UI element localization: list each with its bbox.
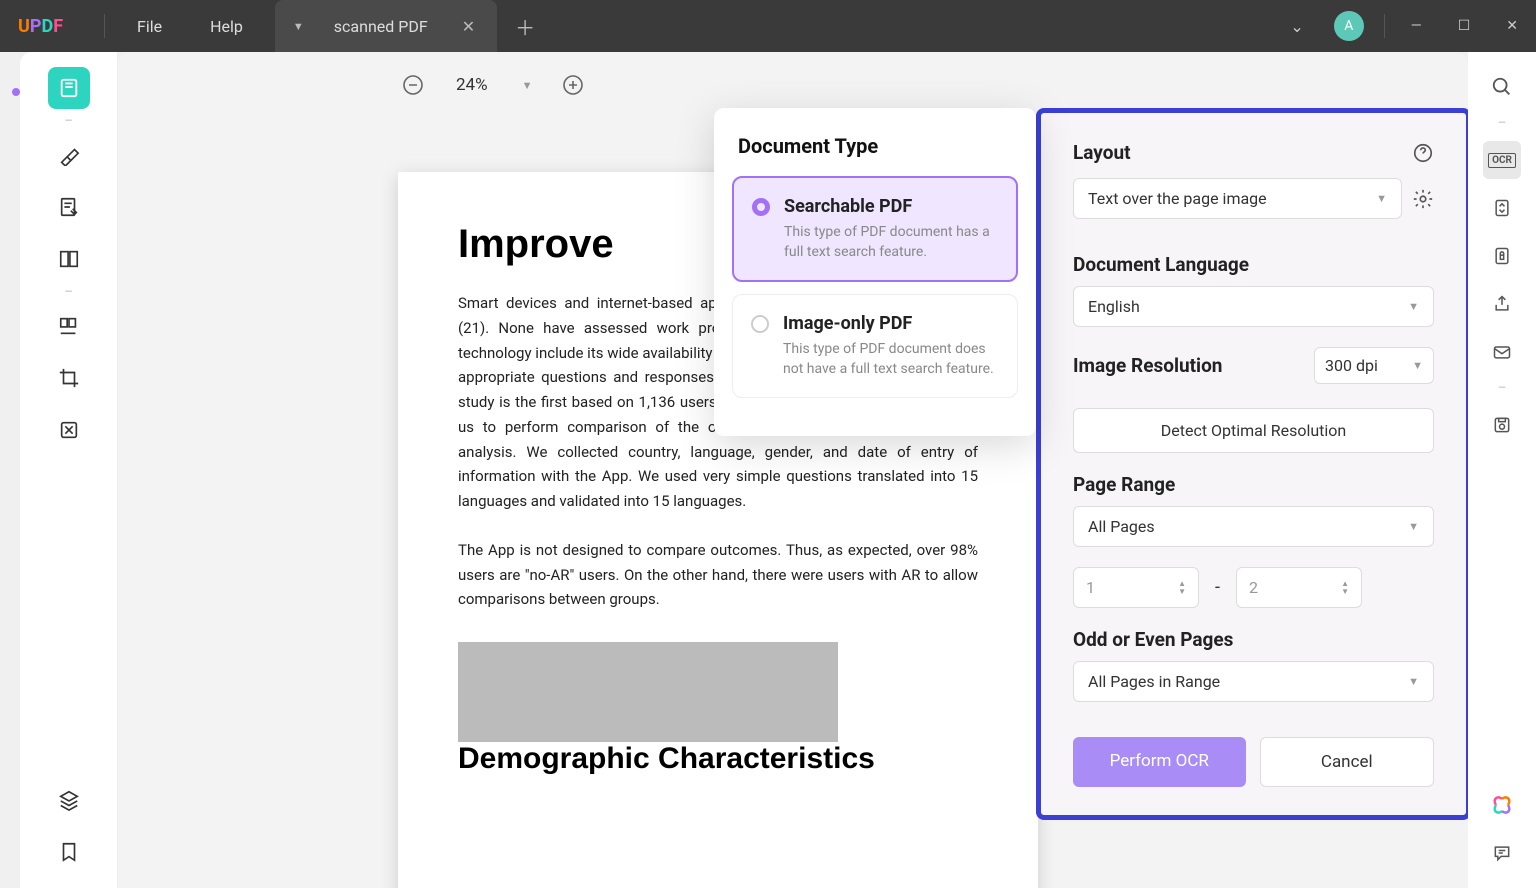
zoom-in-button[interactable] <box>558 70 588 100</box>
cancel-button[interactable]: Cancel <box>1260 737 1435 787</box>
left-sidebar: — — <box>20 52 118 888</box>
chevron-down-icon: ▼ <box>1408 300 1419 313</box>
doc-para2: The App is not designed to compare outco… <box>458 538 978 612</box>
chevron-down-icon: ▼ <box>1408 520 1419 533</box>
odd-even-label: Odd or Even Pages <box>1073 628 1434 651</box>
ocr-button[interactable]: OCR <box>1483 141 1521 179</box>
option-desc: This type of PDF document has a full tex… <box>784 223 998 262</box>
page-layout-button[interactable] <box>48 238 90 280</box>
right-sidebar: — OCR — <box>1468 52 1536 888</box>
language-select[interactable]: English▼ <box>1073 286 1434 327</box>
tab-scanned-pdf[interactable]: ▼ scanned PDF ✕ <box>275 0 497 52</box>
menu-help[interactable]: Help <box>186 17 267 36</box>
crop-button[interactable] <box>48 357 90 399</box>
page-range-select[interactable]: All Pages▼ <box>1073 506 1434 547</box>
perform-ocr-button[interactable]: Perform OCR <box>1073 737 1246 787</box>
redact-button[interactable] <box>48 409 90 451</box>
separator: — <box>1498 383 1506 394</box>
spinner-icon[interactable]: ▲▼ <box>1178 580 1186 596</box>
separator: — <box>1498 118 1506 129</box>
gear-icon[interactable] <box>1412 188 1434 210</box>
edit-page-button[interactable] <box>48 186 90 228</box>
range-to-input[interactable]: 2 ▲▼ <box>1236 567 1362 608</box>
comment-button[interactable] <box>1483 834 1521 872</box>
separator: — <box>65 287 73 298</box>
bookmark-button[interactable] <box>48 831 90 873</box>
range-dash: - <box>1215 577 1220 598</box>
save-button[interactable] <box>1483 406 1521 444</box>
ai-button[interactable] <box>1483 786 1521 824</box>
share-button[interactable] <box>1483 285 1521 323</box>
zoom-out-button[interactable] <box>398 70 428 100</box>
page-range-label: Page Range <box>1073 473 1434 496</box>
reader-mode-button[interactable] <box>48 67 90 109</box>
chevron-down-icon[interactable]: ▼ <box>516 79 539 92</box>
highlighter-button[interactable] <box>48 134 90 176</box>
canvas-area: 24% ▼ Improve Smart devices and internet… <box>118 52 1468 888</box>
main-area: — — <box>0 52 1536 888</box>
minimize-icon[interactable]: — <box>1393 18 1440 34</box>
maximize-icon[interactable]: ☐ <box>1440 18 1489 34</box>
layout-label: Layout <box>1073 141 1131 164</box>
protect-button[interactable] <box>1483 237 1521 275</box>
app-logo: UPDF <box>0 14 96 38</box>
tab-title: scanned PDF <box>334 17 428 36</box>
email-button[interactable] <box>1483 333 1521 371</box>
option-desc: This type of PDF document does not have … <box>783 340 999 379</box>
svg-text:UPDF: UPDF <box>18 16 63 37</box>
menu-file[interactable]: File <box>113 17 186 36</box>
avatar[interactable]: A <box>1334 11 1364 41</box>
language-label: Document Language <box>1073 253 1434 276</box>
zoom-level: 24% <box>448 75 496 95</box>
separator: — <box>65 116 73 127</box>
doc-type-searchable[interactable]: Searchable PDF This type of PDF document… <box>732 176 1018 282</box>
resolution-select[interactable]: 300 dpi▼ <box>1314 347 1434 384</box>
convert-button[interactable] <box>1483 189 1521 227</box>
add-tab-button[interactable]: ＋ <box>497 12 553 41</box>
ocr-settings-panel: Layout Text over the page image▼ Documen… <box>1036 108 1468 820</box>
option-title: Image-only PDF <box>783 313 999 334</box>
radio-selected-icon <box>752 198 770 216</box>
chevron-down-icon: ▼ <box>1376 192 1387 205</box>
layers-button[interactable] <box>48 779 90 821</box>
close-icon[interactable]: ✕ <box>458 13 479 40</box>
document-type-panel: Document Type Searchable PDF This type o… <box>714 108 1036 436</box>
detect-resolution-button[interactable]: Detect Optimal Resolution <box>1073 408 1434 453</box>
option-title: Searchable PDF <box>784 196 998 217</box>
organize-button[interactable] <box>48 305 90 347</box>
panel-title: Document Type <box>714 134 1036 176</box>
help-icon[interactable] <box>1412 142 1434 164</box>
chevron-down-icon[interactable]: ⌄ <box>1272 17 1321 36</box>
zoom-controls: 24% ▼ <box>398 70 588 100</box>
resolution-label: Image Resolution <box>1073 354 1222 377</box>
search-button[interactable] <box>1483 68 1521 106</box>
odd-even-select[interactable]: All Pages in Range▼ <box>1073 661 1434 702</box>
range-from-input[interactable]: 1 ▲▼ <box>1073 567 1199 608</box>
titlebar: UPDF File Help ▼ scanned PDF ✕ ＋ ⌄ A — ☐… <box>0 0 1536 52</box>
layout-select[interactable]: Text over the page image▼ <box>1073 178 1402 219</box>
radio-unselected-icon <box>751 315 769 333</box>
close-window-icon[interactable]: ✕ <box>1488 18 1536 34</box>
spinner-icon[interactable]: ▲▼ <box>1341 580 1349 596</box>
doc-figure <box>458 642 838 742</box>
ocr-icon: OCR <box>1488 153 1516 168</box>
indicator-dot <box>12 88 20 96</box>
doc-type-image-only[interactable]: Image-only PDF This type of PDF document… <box>732 294 1018 398</box>
chevron-down-icon: ▼ <box>1412 359 1423 372</box>
chevron-down-icon: ▼ <box>1408 675 1419 688</box>
chevron-down-icon[interactable]: ▼ <box>293 20 304 33</box>
